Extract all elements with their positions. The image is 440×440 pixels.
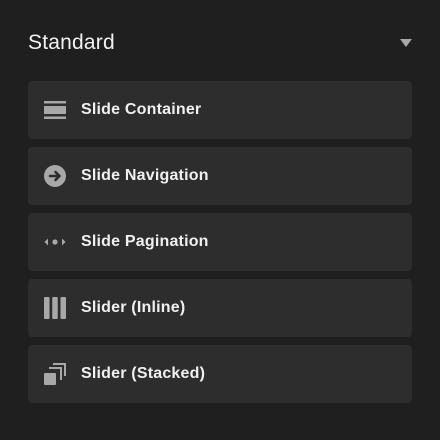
widget-item-slider-inline[interactable]: Slider (Inline) <box>28 279 412 337</box>
widget-panel: Standard Slide Container Slide Navigatio <box>0 0 440 440</box>
stacked-squares-icon <box>42 361 68 387</box>
widget-item-label: Slider (Inline) <box>81 299 186 316</box>
widget-item-label: Slide Container <box>81 101 202 118</box>
widget-item-label: Slide Pagination <box>81 233 209 250</box>
pagination-dots-icon <box>42 229 68 255</box>
collapse-caret-icon[interactable] <box>400 39 412 47</box>
section-title: Standard <box>28 31 115 54</box>
widget-item-slide-container[interactable]: Slide Container <box>28 81 412 139</box>
widget-item-slide-navigation[interactable]: Slide Navigation <box>28 147 412 205</box>
columns-icon <box>42 295 68 321</box>
widget-item-label: Slider (Stacked) <box>81 365 206 382</box>
arrow-right-circle-icon <box>42 163 68 189</box>
widget-item-slide-pagination[interactable]: Slide Pagination <box>28 213 412 271</box>
section-header[interactable]: Standard <box>28 26 412 60</box>
slide-container-icon <box>42 97 68 123</box>
widget-list: Slide Container Slide Navigation Slide P… <box>28 81 412 411</box>
widget-item-slider-stacked[interactable]: Slider (Stacked) <box>28 345 412 403</box>
widget-item-label: Slide Navigation <box>81 167 209 184</box>
